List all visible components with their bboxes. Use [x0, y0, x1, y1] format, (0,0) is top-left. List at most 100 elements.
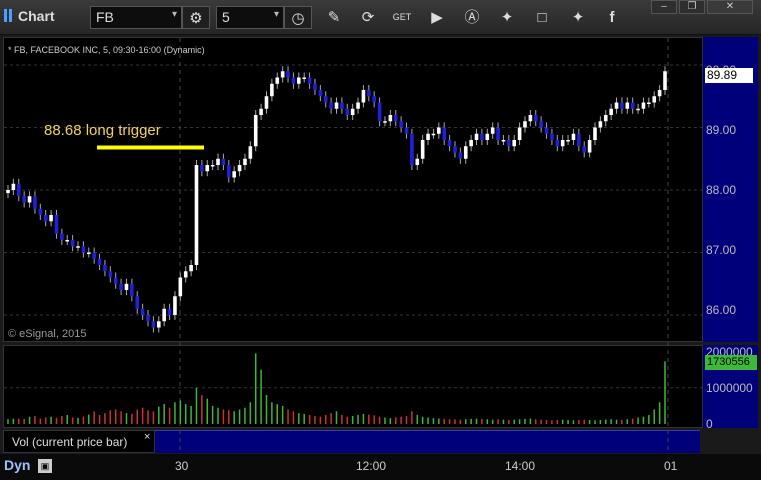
candle-body: [92, 252, 96, 259]
candle-body: [108, 271, 113, 278]
candle-body: [264, 96, 269, 109]
candle-body: [291, 77, 296, 84]
time-label: 14:00: [505, 459, 536, 473]
candle-body: [437, 127, 441, 134]
dynamic-lock-icon[interactable]: ▣: [38, 459, 52, 473]
candle-body: [517, 127, 522, 140]
candle-body: [27, 196, 32, 203]
candle-body: [237, 165, 242, 172]
candle-body: [566, 140, 570, 142]
close-study-icon[interactable]: ×: [144, 431, 150, 443]
candle-body: [43, 215, 48, 222]
candle-body: [183, 271, 188, 278]
candle-body: [614, 102, 619, 109]
candle-body: [410, 133, 414, 165]
candle-body: [86, 252, 91, 254]
candle-body: [334, 102, 339, 109]
candle-body: [97, 258, 102, 265]
candle-body: [270, 83, 274, 97]
candle-body: [194, 165, 199, 265]
candle-body: [286, 71, 290, 78]
candle-body: [65, 240, 70, 242]
candle-body: [205, 165, 210, 172]
candle-body: [146, 315, 150, 322]
candle-body: [259, 108, 263, 115]
candle-body: [329, 102, 333, 109]
candle-body: [253, 115, 258, 147]
candle-body: [593, 127, 597, 140]
candle-body: [119, 283, 123, 290]
candle-body: [609, 108, 613, 115]
candle-body: [280, 71, 285, 78]
candle-body: [474, 133, 479, 140]
y-tick-label: 86.00: [706, 303, 737, 317]
candle-body: [124, 283, 129, 290]
candle-body: [302, 77, 306, 79]
candle-body: [463, 146, 468, 159]
candle-body: [307, 77, 312, 84]
y-tick-label: 87.00: [706, 243, 737, 257]
chart-canvas: [4, 38, 702, 452]
candle-body: [603, 115, 608, 122]
candle-body: [162, 308, 166, 322]
candle-body: [11, 183, 16, 190]
candle-body: [501, 140, 506, 142]
candle-body: [76, 246, 80, 248]
volume-study-label: Vol (current price bar): [3, 430, 155, 453]
last-volume-marker: 1730556: [705, 355, 757, 370]
candle-body: [480, 133, 484, 140]
candle-body: [404, 127, 409, 134]
candle-body: [221, 158, 226, 165]
candle-body: [200, 165, 204, 172]
candle-body: [571, 133, 576, 140]
candle-body: [453, 146, 457, 153]
candle-body: [415, 158, 420, 165]
candle-body: [275, 77, 280, 84]
candle-body: [318, 90, 323, 97]
candle-body: [399, 121, 403, 128]
candle-body: [178, 277, 183, 297]
candle-body: [393, 115, 398, 122]
candle-body: [447, 140, 452, 147]
vol-tick-label: 0: [706, 417, 713, 431]
candle-body: [641, 102, 646, 109]
candle-body: [539, 121, 543, 128]
candle-body: [297, 77, 301, 84]
candle-body: [22, 196, 26, 203]
candle-body: [533, 115, 538, 122]
vol-tick-label: 1000000: [706, 381, 753, 395]
time-label: 30: [175, 459, 189, 473]
copyright-label: © eSignal, 2015: [8, 328, 87, 340]
last-price-marker: 89.89: [705, 68, 753, 83]
candle-body: [60, 233, 64, 240]
candle-body: [383, 121, 387, 123]
candle-body: [243, 158, 247, 165]
candle-body: [636, 108, 640, 111]
candle-body: [652, 96, 657, 103]
series-title: * FB, FACEBOOK INC, 5, 09:30-16:00 (Dyna…: [8, 45, 205, 55]
candle-body: [361, 90, 366, 103]
candle-body: [140, 308, 145, 315]
candle-body: [340, 102, 344, 109]
candle-body: [523, 121, 527, 128]
trigger-annotation: 88.68 long trigger: [44, 122, 161, 139]
candle-body: [582, 146, 587, 153]
candle-body: [496, 127, 500, 140]
candle-body: [81, 246, 86, 253]
candle-body: [388, 115, 393, 122]
candle-body: [372, 96, 376, 103]
candle-body: [70, 240, 75, 247]
candle-body: [103, 265, 107, 272]
candle-body: [16, 183, 21, 197]
dynamic-mode-label[interactable]: Dyn: [4, 457, 30, 473]
candle-body: [167, 308, 172, 315]
y-tick-label: 88.00: [706, 183, 737, 197]
candle-body: [216, 158, 220, 165]
candle-body: [130, 283, 134, 297]
candle-body: [38, 208, 43, 215]
candle-body: [544, 127, 549, 134]
candle-body: [512, 140, 517, 147]
candle-body: [620, 102, 624, 109]
candle-body: [420, 140, 425, 159]
candle-body: [54, 215, 59, 234]
